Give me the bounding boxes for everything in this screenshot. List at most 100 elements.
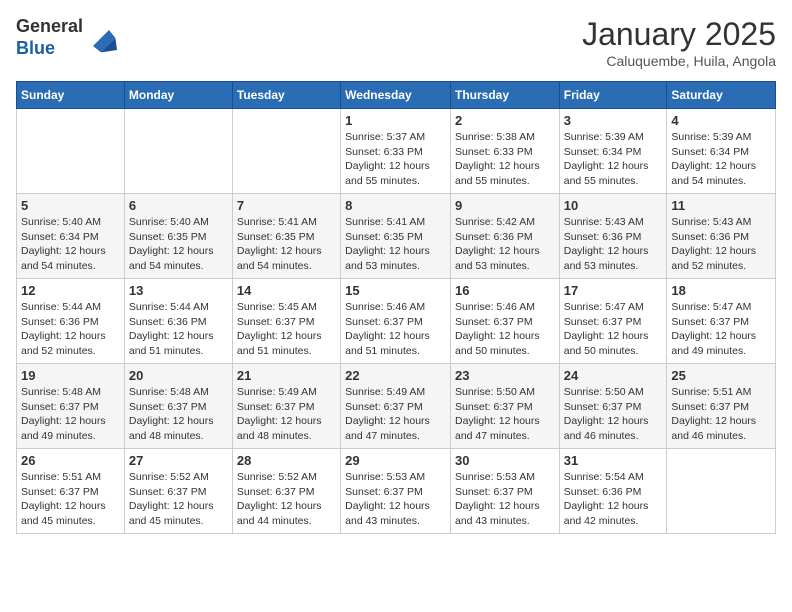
calendar-day-cell: 17 Sunrise: 5:47 AM Sunset: 6:37 PM Dayli…	[559, 279, 667, 364]
calendar-day-cell: 1 Sunrise: 5:37 AM Sunset: 6:33 PM Daylig…	[341, 109, 451, 194]
calendar-day-cell: 21 Sunrise: 5:49 AM Sunset: 6:37 PM Dayli…	[232, 364, 340, 449]
day-number: 23	[455, 368, 555, 383]
day-number: 1	[345, 113, 446, 128]
month-title: January 2025	[582, 16, 776, 53]
weekday-header-cell: Wednesday	[341, 82, 451, 109]
day-number: 27	[129, 453, 228, 468]
weekday-header-row: SundayMondayTuesdayWednesdayThursdayFrid…	[17, 82, 776, 109]
calendar-week-row: 1 Sunrise: 5:37 AM Sunset: 6:33 PM Daylig…	[17, 109, 776, 194]
logo-general: General	[16, 16, 83, 36]
calendar-day-cell: 10 Sunrise: 5:43 AM Sunset: 6:36 PM Dayli…	[559, 194, 667, 279]
calendar-day-cell: 30Sunrise: 5:53 AM Sunset: 6:37 PM Dayli…	[450, 449, 559, 534]
calendar-day-cell: 18 Sunrise: 5:47 AM Sunset: 6:37 PM Dayli…	[667, 279, 776, 364]
day-number: 14	[237, 283, 336, 298]
day-detail: Sunrise: 5:54 AM Sunset: 6:36 PM Dayligh…	[564, 470, 663, 529]
calendar-body: 1 Sunrise: 5:37 AM Sunset: 6:33 PM Daylig…	[17, 109, 776, 534]
day-detail: Sunrise: 5:51 AM Sunset: 6:37 PM Dayligh…	[21, 470, 120, 529]
calendar-day-cell	[667, 449, 776, 534]
day-number: 17	[564, 283, 663, 298]
weekday-header-cell: Tuesday	[232, 82, 340, 109]
title-block: January 2025 Caluquembe, Huila, Angola	[582, 16, 776, 69]
day-detail: Sunrise: 5:37 AM Sunset: 6:33 PM Dayligh…	[345, 130, 446, 189]
day-number: 25	[671, 368, 771, 383]
calendar-day-cell: 28 Sunrise: 5:52 AM Sunset: 6:37 PM Dayli…	[232, 449, 340, 534]
day-detail: Sunrise: 5:50 AM Sunset: 6:37 PM Dayligh…	[455, 385, 555, 444]
day-detail: Sunrise: 5:48 AM Sunset: 6:37 PM Dayligh…	[21, 385, 120, 444]
day-number: 31	[564, 453, 663, 468]
day-number: 13	[129, 283, 228, 298]
calendar-day-cell	[17, 109, 125, 194]
calendar-day-cell: 19 Sunrise: 5:48 AM Sunset: 6:37 PM Dayli…	[17, 364, 125, 449]
day-number: 22	[345, 368, 446, 383]
weekday-header-cell: Monday	[124, 82, 232, 109]
day-number: 21	[237, 368, 336, 383]
calendar-day-cell: 4 Sunrise: 5:39 AM Sunset: 6:34 PM Daylig…	[667, 109, 776, 194]
day-detail: Sunrise: 5:49 AM Sunset: 6:37 PM Dayligh…	[345, 385, 446, 444]
day-detail: Sunrise: 5:42 AM Sunset: 6:36 PM Dayligh…	[455, 215, 555, 274]
day-detail: Sunrise: 5:50 AM Sunset: 6:37 PM Dayligh…	[564, 385, 663, 444]
day-number: 10	[564, 198, 663, 213]
calendar-day-cell: 3Sunrise: 5:39 AM Sunset: 6:34 PM Daylig…	[559, 109, 667, 194]
day-detail: Sunrise: 5:53 AM Sunset: 6:37 PM Dayligh…	[455, 470, 555, 529]
calendar-day-cell: 20Sunrise: 5:48 AM Sunset: 6:37 PM Dayli…	[124, 364, 232, 449]
day-detail: Sunrise: 5:49 AM Sunset: 6:37 PM Dayligh…	[237, 385, 336, 444]
weekday-header-cell: Friday	[559, 82, 667, 109]
day-number: 11	[671, 198, 771, 213]
calendar-week-row: 19 Sunrise: 5:48 AM Sunset: 6:37 PM Dayli…	[17, 364, 776, 449]
day-detail: Sunrise: 5:47 AM Sunset: 6:37 PM Dayligh…	[564, 300, 663, 359]
day-number: 2	[455, 113, 555, 128]
calendar-day-cell: 16Sunrise: 5:46 AM Sunset: 6:37 PM Dayli…	[450, 279, 559, 364]
logo-blue: Blue	[16, 38, 55, 58]
day-number: 8	[345, 198, 446, 213]
day-number: 29	[345, 453, 446, 468]
calendar-day-cell: 9 Sunrise: 5:42 AM Sunset: 6:36 PM Daylig…	[450, 194, 559, 279]
calendar-day-cell: 14Sunrise: 5:45 AM Sunset: 6:37 PM Dayli…	[232, 279, 340, 364]
day-detail: Sunrise: 5:41 AM Sunset: 6:35 PM Dayligh…	[345, 215, 446, 274]
calendar-day-cell: 25 Sunrise: 5:51 AM Sunset: 6:37 PM Dayli…	[667, 364, 776, 449]
calendar-day-cell: 7 Sunrise: 5:41 AM Sunset: 6:35 PM Daylig…	[232, 194, 340, 279]
calendar-day-cell: 13 Sunrise: 5:44 AM Sunset: 6:36 PM Dayli…	[124, 279, 232, 364]
day-detail: Sunrise: 5:52 AM Sunset: 6:37 PM Dayligh…	[129, 470, 228, 529]
location-subtitle: Caluquembe, Huila, Angola	[582, 53, 776, 69]
day-number: 7	[237, 198, 336, 213]
day-number: 12	[21, 283, 120, 298]
calendar-day-cell: 11 Sunrise: 5:43 AM Sunset: 6:36 PM Dayli…	[667, 194, 776, 279]
calendar-day-cell: 2Sunrise: 5:38 AM Sunset: 6:33 PM Daylig…	[450, 109, 559, 194]
day-detail: Sunrise: 5:53 AM Sunset: 6:37 PM Dayligh…	[345, 470, 446, 529]
day-number: 3	[564, 113, 663, 128]
day-detail: Sunrise: 5:40 AM Sunset: 6:34 PM Dayligh…	[21, 215, 120, 274]
day-number: 19	[21, 368, 120, 383]
calendar-day-cell: 5Sunrise: 5:40 AM Sunset: 6:34 PM Daylig…	[17, 194, 125, 279]
day-number: 24	[564, 368, 663, 383]
calendar-week-row: 26 Sunrise: 5:51 AM Sunset: 6:37 PM Dayli…	[17, 449, 776, 534]
calendar-day-cell: 27 Sunrise: 5:52 AM Sunset: 6:37 PM Dayli…	[124, 449, 232, 534]
calendar-day-cell: 29 Sunrise: 5:53 AM Sunset: 6:37 PM Dayli…	[341, 449, 451, 534]
day-detail: Sunrise: 5:46 AM Sunset: 6:37 PM Dayligh…	[345, 300, 446, 359]
day-detail: Sunrise: 5:43 AM Sunset: 6:36 PM Dayligh…	[671, 215, 771, 274]
day-detail: Sunrise: 5:44 AM Sunset: 6:36 PM Dayligh…	[21, 300, 120, 359]
day-detail: Sunrise: 5:52 AM Sunset: 6:37 PM Dayligh…	[237, 470, 336, 529]
day-detail: Sunrise: 5:51 AM Sunset: 6:37 PM Dayligh…	[671, 385, 771, 444]
logo-icon	[85, 22, 117, 54]
day-detail: Sunrise: 5:41 AM Sunset: 6:35 PM Dayligh…	[237, 215, 336, 274]
day-number: 15	[345, 283, 446, 298]
day-number: 18	[671, 283, 771, 298]
logo: General Blue	[16, 16, 117, 59]
day-number: 16	[455, 283, 555, 298]
calendar-day-cell: 6Sunrise: 5:40 AM Sunset: 6:35 PM Daylig…	[124, 194, 232, 279]
calendar-table: SundayMondayTuesdayWednesdayThursdayFrid…	[16, 81, 776, 534]
calendar-week-row: 5Sunrise: 5:40 AM Sunset: 6:34 PM Daylig…	[17, 194, 776, 279]
calendar-day-cell: 15 Sunrise: 5:46 AM Sunset: 6:37 PM Dayli…	[341, 279, 451, 364]
day-number: 28	[237, 453, 336, 468]
day-number: 9	[455, 198, 555, 213]
calendar-day-cell: 26 Sunrise: 5:51 AM Sunset: 6:37 PM Dayli…	[17, 449, 125, 534]
day-number: 6	[129, 198, 228, 213]
day-detail: Sunrise: 5:39 AM Sunset: 6:34 PM Dayligh…	[671, 130, 771, 189]
day-number: 4	[671, 113, 771, 128]
day-detail: Sunrise: 5:44 AM Sunset: 6:36 PM Dayligh…	[129, 300, 228, 359]
day-number: 26	[21, 453, 120, 468]
calendar-day-cell: 22 Sunrise: 5:49 AM Sunset: 6:37 PM Dayli…	[341, 364, 451, 449]
day-detail: Sunrise: 5:43 AM Sunset: 6:36 PM Dayligh…	[564, 215, 663, 274]
day-detail: Sunrise: 5:47 AM Sunset: 6:37 PM Dayligh…	[671, 300, 771, 359]
day-number: 20	[129, 368, 228, 383]
